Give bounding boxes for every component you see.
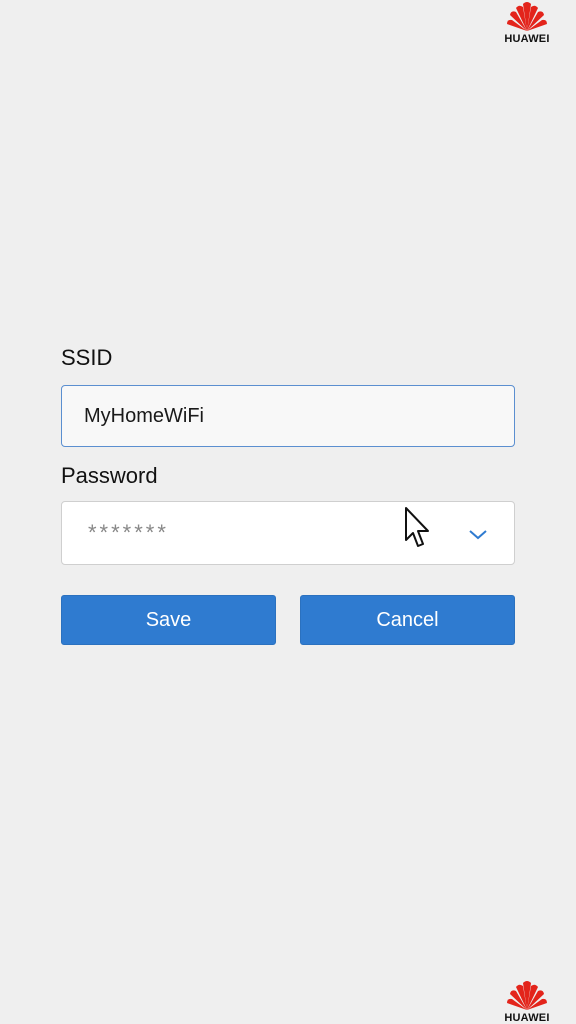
ssid-value: MyHomeWiFi	[84, 404, 204, 427]
huawei-logo-top: HUAWEI	[500, 0, 554, 45]
password-label: Password	[61, 463, 158, 488]
brand-name: HUAWEI	[504, 33, 550, 45]
wifi-settings-form: SSID MyHomeWiFi Password ******* Save Ca…	[61, 341, 515, 645]
ssid-input[interactable]: MyHomeWiFi	[61, 385, 515, 447]
password-input[interactable]: *******	[61, 501, 515, 565]
mouse-pointer-icon	[405, 507, 429, 547]
huawei-logo-bottom: HUAWEI	[500, 979, 554, 1024]
huawei-petals-icon	[507, 2, 547, 31]
huawei-petals-icon	[507, 981, 547, 1010]
chevron-down-icon[interactable]	[466, 524, 490, 544]
save-button[interactable]: Save	[61, 595, 276, 645]
password-value: *******	[88, 520, 169, 545]
brand-name: HUAWEI	[504, 1012, 550, 1024]
cancel-button[interactable]: Cancel	[300, 595, 515, 645]
button-row: Save Cancel	[61, 595, 515, 645]
ssid-label: SSID	[61, 345, 113, 370]
